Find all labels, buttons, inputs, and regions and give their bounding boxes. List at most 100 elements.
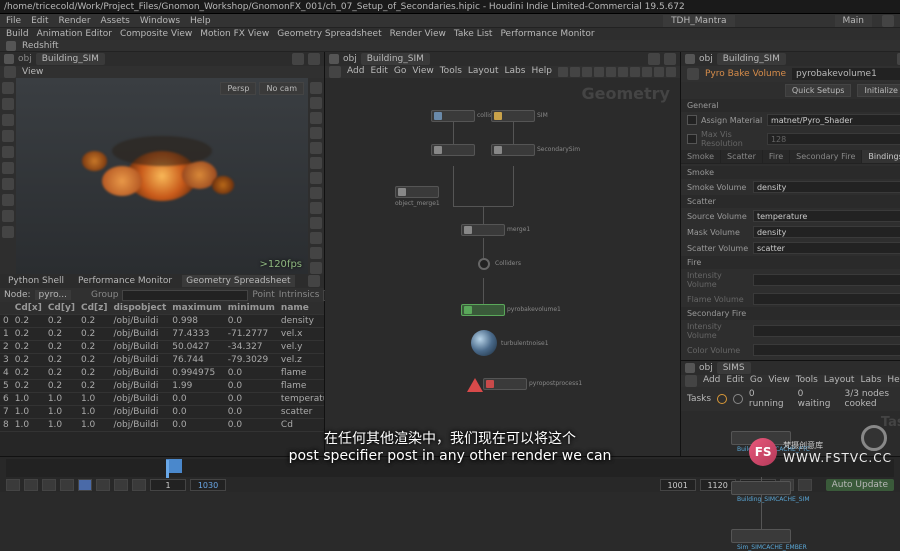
desk-render[interactable]: Render View [390, 29, 446, 39]
menu-edit[interactable]: Edit [31, 16, 48, 26]
tops-layout[interactable]: Layout [824, 375, 855, 387]
next-frame-button[interactable] [96, 479, 110, 491]
tops-edit[interactable]: Edit [726, 375, 743, 387]
snap-icon[interactable] [582, 67, 592, 77]
node-pyrobake[interactable] [461, 304, 505, 316]
int2-vol-field[interactable] [753, 325, 900, 337]
table-row[interactable]: 40.20.20.2/obj/Buildi0.9949750.0flame/ob… [0, 367, 324, 380]
maxres-checkbox[interactable] [687, 134, 697, 144]
mask-vol-field[interactable] [753, 226, 900, 238]
table-row[interactable]: 10.20.20.2/obj/Buildi77.4333-71.2777vel.… [0, 328, 324, 341]
prev-frame-button[interactable] [42, 479, 56, 491]
menu-help[interactable]: Help [190, 16, 211, 26]
hull-icon[interactable] [310, 217, 322, 229]
tab-perfmon[interactable]: Performance Monitor [74, 275, 176, 287]
tab-geospread[interactable]: Geometry Spreadsheet [182, 275, 294, 287]
play-cook-icon[interactable] [717, 394, 727, 404]
net-add[interactable]: Add [347, 66, 364, 78]
grid-icon[interactable] [310, 157, 322, 169]
menu-file[interactable]: File [6, 16, 21, 26]
tops-go[interactable]: Go [750, 375, 762, 387]
source-vol-field[interactable] [753, 210, 900, 222]
wire-icon[interactable] [310, 112, 322, 124]
play-rev-button[interactable] [60, 479, 74, 491]
inspect-icon[interactable] [2, 194, 14, 206]
points-icon[interactable] [310, 187, 322, 199]
maximize-icon[interactable] [308, 53, 320, 65]
plus-icon[interactable] [308, 275, 320, 287]
menu-windows[interactable]: Windows [140, 16, 180, 26]
param-icon[interactable] [654, 67, 664, 77]
node-sim[interactable] [491, 110, 535, 122]
select-icon[interactable] [2, 82, 14, 94]
current-frame-marker[interactable] [166, 460, 169, 478]
desk-geo[interactable]: Geometry Spreadsheet [277, 29, 381, 39]
geometry-spreadsheet[interactable]: Cd[x]Cd[y]Cd[z]dispobjectmaximumminimumn… [0, 302, 324, 456]
node-out1[interactable] [431, 144, 475, 156]
tops-breadcrumb[interactable]: SIMS [717, 362, 751, 374]
col-header[interactable]: Cd[x] [12, 302, 45, 315]
move-icon[interactable] [2, 114, 14, 126]
rotate-icon[interactable] [2, 130, 14, 142]
last-frame-button[interactable] [132, 479, 146, 491]
audio-button[interactable] [798, 479, 812, 491]
network-editor[interactable]: Geometry collision SIM SecondarySim obje… [325, 78, 680, 456]
col-header[interactable]: Cd[y] [45, 302, 78, 315]
tops-node-2[interactable] [731, 481, 791, 495]
view-menu[interactable]: View [22, 67, 43, 77]
node-path[interactable]: pyro... [35, 290, 71, 300]
plus-icon[interactable] [292, 53, 304, 65]
dirty-all-icon[interactable] [733, 394, 743, 404]
net-tools[interactable]: Tools [440, 66, 462, 78]
camera-icon[interactable] [2, 226, 14, 238]
tops-tools[interactable]: Tools [796, 375, 818, 387]
node-secondarysim[interactable] [491, 144, 535, 156]
prev-key-button[interactable] [24, 479, 38, 491]
dot-node[interactable] [478, 258, 490, 270]
menu-render[interactable]: Render [59, 16, 91, 26]
path-obj[interactable]: obj [343, 54, 357, 64]
snap-icon[interactable] [2, 162, 14, 174]
pin-icon[interactable] [329, 54, 339, 64]
desk-anim[interactable]: Animation Editor [37, 29, 112, 39]
maxres-field[interactable] [767, 133, 900, 145]
col-header[interactable]: dispobject [110, 302, 169, 315]
home-icon[interactable] [4, 66, 16, 78]
net-help[interactable]: Help [531, 66, 552, 78]
layout-icon[interactable] [570, 67, 580, 77]
node-collision[interactable] [431, 110, 475, 122]
grid-icon[interactable] [594, 67, 604, 77]
back-icon[interactable] [329, 66, 341, 78]
desk-build[interactable]: Build [6, 29, 29, 39]
list-icon[interactable] [606, 67, 616, 77]
tops-path-obj[interactable]: obj [699, 363, 713, 373]
render-icon[interactable] [2, 178, 14, 190]
net-edit[interactable]: Edit [370, 66, 387, 78]
tab-smoke[interactable]: Smoke [681, 150, 721, 163]
param-breadcrumb[interactable]: Building_SIM [717, 53, 786, 65]
initialize-button[interactable]: Initialize [857, 84, 900, 97]
table-row[interactable]: 20.20.20.2/obj/Buildi50.0427-34.327vel.y… [0, 341, 324, 354]
tops-view[interactable]: View [768, 375, 789, 387]
layout-selector[interactable]: Main [835, 15, 873, 27]
group-input[interactable] [122, 290, 248, 301]
tab-secfire[interactable]: Secondary Fire [790, 150, 862, 163]
flame-vol-field[interactable] [753, 293, 900, 305]
col-header[interactable]: minimum [225, 302, 278, 315]
shade-icon[interactable] [310, 97, 322, 109]
plus-icon[interactable] [648, 53, 660, 65]
desk-perf[interactable]: Performance Monitor [500, 29, 594, 39]
smoke-vol-field[interactable] [753, 181, 900, 193]
col-header[interactable]: Cd[z] [78, 302, 111, 315]
back-icon[interactable] [685, 375, 697, 387]
col-header[interactable] [0, 302, 12, 315]
tops-node-3[interactable] [731, 529, 791, 543]
first-frame-button[interactable] [6, 479, 20, 491]
light-icon[interactable] [310, 127, 322, 139]
next-key-button[interactable] [114, 479, 128, 491]
node-merge[interactable] [461, 224, 505, 236]
viewport-tab[interactable]: Building_SIM [36, 53, 105, 65]
net-go[interactable]: Go [394, 66, 406, 78]
uv-icon[interactable] [310, 232, 322, 244]
maximize-icon[interactable] [664, 53, 676, 65]
